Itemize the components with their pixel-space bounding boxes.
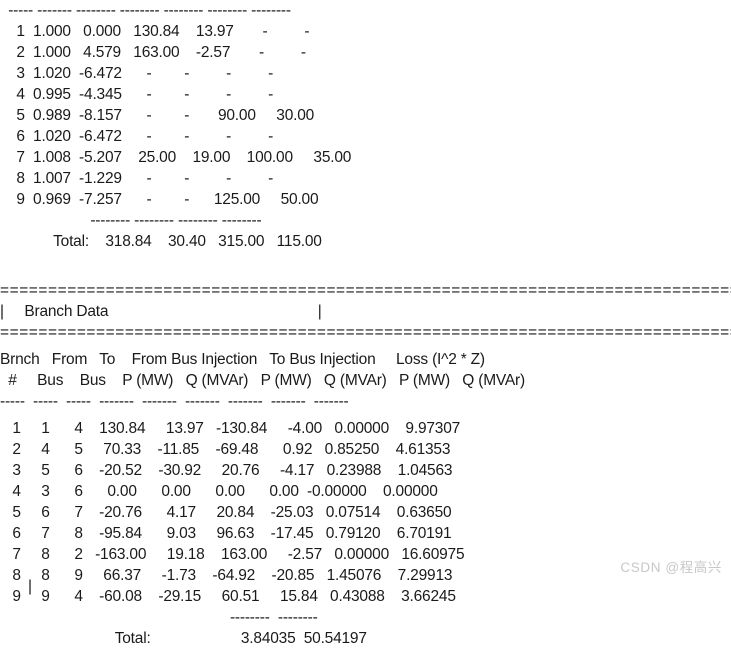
table-row: 5 0.989 -8.157 - - 90.00 30.00	[0, 107, 319, 124]
csdn-watermark: CSDN @程高兴	[620, 560, 722, 575]
table-row: 5 6 7 -20.76 4.17 20.84 -25.03 0.07514 0…	[0, 504, 452, 521]
table-row: 3 1.020 -6.472 - - - -	[0, 65, 286, 82]
bus-total-row: Total: 318.84 30.40 315.00 115.00	[0, 233, 322, 250]
branch-total-rule: -------- --------	[0, 609, 318, 626]
console-output-pane: ----- ------- -------- -------- --------…	[0, 0, 731, 647]
text-cursor: |	[28, 578, 33, 595]
table-row: 4 0.995 -4.345 - - - -	[0, 86, 286, 103]
table-row: 9 9 4 -60.08 -29.15 60.51 15.84 0.43088 …	[0, 588, 456, 605]
table-row: 1 1.000 0.000 130.84 13.97 - -	[0, 23, 322, 40]
branch-header-rule: ----- ----- ----- ------- ------- ------…	[0, 393, 349, 410]
branch-total-row: Total: 3.84035 50.54197	[0, 630, 367, 647]
table-row: 9 0.969 -7.257 - - 125.00 50.00	[0, 191, 323, 208]
table-row: 6 1.020 -6.472 - - - -	[0, 128, 286, 145]
table-row: 6 7 8 -95.84 9.03 96.63 -17.45 0.79120 6…	[0, 525, 452, 542]
bus-data-rows: 1 1.000 0.000 130.84 13.97 - - 2 1.000 4…	[0, 21, 731, 210]
branch-column-header-units: # Bus Bus P (MW) Q (MVAr) P (MW) Q (MVAr…	[0, 372, 525, 389]
branch-data-rows: 1 1 4 130.84 13.97 -130.84 -4.00 0.00000…	[0, 418, 731, 607]
table-row: 2 4 5 70.33 -11.85 -69.48 0.92 0.85250 4…	[0, 441, 451, 458]
branch-section-title: | Branch Data |	[0, 303, 322, 320]
table-row: 7 1.008 -5.207 25.00 19.00 100.00 35.00	[0, 149, 356, 166]
table-row: 3 5 6 -20.52 -30.92 20.76 -4.17 0.23988 …	[0, 462, 453, 479]
branch-banner-bottom-rule: ========================================…	[0, 324, 731, 341]
table-row: 2 1.000 4.579 163.00 -2.57 - -	[0, 44, 319, 61]
bus-total-rule: -------- -------- -------- --------	[0, 212, 262, 229]
table-row: 1 1 4 130.84 13.97 -130.84 -4.00 0.00000…	[0, 420, 461, 437]
table-row: 8 1.007 -1.229 - - - -	[0, 170, 286, 187]
branch-banner-top-rule: ========================================…	[0, 282, 731, 299]
branch-column-header-primary: Brnch From To From Bus Injection To Bus …	[0, 351, 485, 368]
table-row: 4 3 6 0.00 0.00 0.00 0.00 -0.00000 0.000…	[0, 483, 438, 500]
bus-table-top-rule: ----- ------- -------- -------- --------…	[0, 2, 291, 19]
